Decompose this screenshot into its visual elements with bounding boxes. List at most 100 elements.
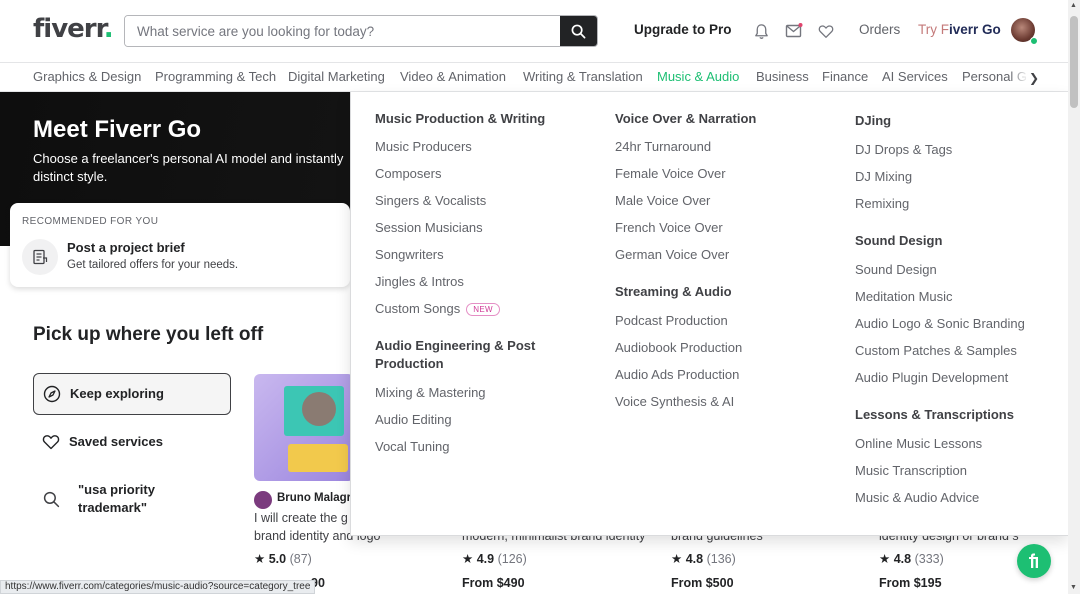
star-icon: ★ <box>671 552 683 566</box>
category-ai-services[interactable]: AI Services <box>882 69 948 84</box>
menu-item[interactable]: Mixing & Mastering <box>375 385 486 400</box>
menu-item[interactable]: French Voice Over <box>615 220 723 235</box>
menu-item[interactable]: Sound Design <box>855 262 937 277</box>
recent-search-label: "usa priority trademark" <box>78 482 155 515</box>
gig-rating: ★ 4.9 (126) <box>462 552 527 566</box>
menu-item[interactable]: Singers & Vocalists <box>375 193 486 208</box>
menu-heading[interactable]: Sound Design <box>855 232 942 250</box>
menu-item[interactable]: Custom Patches & Samples <box>855 343 1017 358</box>
gig-price: From $490 <box>462 576 525 590</box>
menu-item[interactable]: Audio Editing <box>375 412 452 427</box>
category-business[interactable]: Business <box>756 69 809 84</box>
page-scrollbar[interactable]: ▲ ▼ <box>1068 0 1080 594</box>
new-badge: NEW <box>466 303 500 317</box>
messages-button[interactable] <box>784 21 804 41</box>
menu-item[interactable]: Session Musicians <box>375 220 483 235</box>
menu-item[interactable]: Voice Synthesis & AI <box>615 394 734 409</box>
status-url: https://www.fiverr.com/categories/music-… <box>0 580 316 594</box>
menu-item[interactable]: Online Music Lessons <box>855 436 982 451</box>
fiverr-logo[interactable]: fiverr. <box>33 14 114 44</box>
menu-heading[interactable]: Audio Engineering & Post Production <box>375 337 555 373</box>
menu-item[interactable]: Music Transcription <box>855 463 967 478</box>
recommended-card[interactable]: RECOMMENDED FOR YOU Post a project brief… <box>10 203 350 287</box>
category-digital-marketing[interactable]: Digital Marketing <box>288 69 385 84</box>
recent-search-item[interactable]: "usa priority trademark" <box>33 478 173 520</box>
category-video-animation[interactable]: Video & Animation <box>400 69 506 84</box>
search-bar <box>124 15 598 47</box>
heart-icon <box>33 434 69 450</box>
scroll-down-icon[interactable]: ▼ <box>1070 584 1077 591</box>
category-finance[interactable]: Finance <box>822 69 868 84</box>
menu-item[interactable]: DJ Mixing <box>855 169 912 184</box>
menu-item[interactable]: 24hr Turnaround <box>615 139 711 154</box>
category-programming-tech[interactable]: Programming & Tech <box>155 69 276 84</box>
gig-thumbnail[interactable] <box>254 374 354 481</box>
menu-item[interactable]: Vocal Tuning <box>375 439 449 454</box>
menu-item[interactable]: Remixing <box>855 196 909 211</box>
chevron-right-icon[interactable]: ❯ <box>1029 71 1039 85</box>
orders-link[interactable]: Orders <box>859 22 900 37</box>
scroll-thumb[interactable] <box>1070 16 1078 108</box>
star-icon: ★ <box>462 552 474 566</box>
gig-rating: ★ 4.8 (136) <box>671 552 736 566</box>
menu-item[interactable]: Songwriters <box>375 247 444 262</box>
recommended-subtitle: Get tailored offers for your needs. <box>67 259 239 271</box>
menu-item[interactable]: Composers <box>375 166 441 181</box>
fiverr-chat-icon <box>1029 553 1038 568</box>
category-graphics-design[interactable]: Graphics & Design <box>33 69 141 84</box>
chat-button[interactable] <box>1017 544 1051 578</box>
recommended-title: Post a project brief <box>67 240 185 255</box>
search-input[interactable] <box>125 16 561 46</box>
menu-item[interactable]: Female Voice Over <box>615 166 726 181</box>
search-icon <box>33 491 69 508</box>
menu-item[interactable]: Meditation Music <box>855 289 953 304</box>
menu-item[interactable]: Custom Songs NEW <box>375 301 500 317</box>
category-nav: Graphics & Design Programming & Tech Dig… <box>0 62 1068 92</box>
music-audio-mega-menu: Music Production & Writing Music Produce… <box>350 92 1068 536</box>
menu-heading[interactable]: DJing <box>855 112 891 130</box>
menu-heading[interactable]: Music Production & Writing <box>375 110 545 128</box>
saved-services-button[interactable]: Saved services <box>33 421 231 463</box>
menu-item[interactable]: German Voice Over <box>615 247 729 262</box>
pickup-heading: Pick up where you left off <box>33 324 264 345</box>
brief-icon <box>22 239 58 275</box>
menu-item[interactable]: Jingles & Intros <box>375 274 464 289</box>
recommended-label: RECOMMENDED FOR YOU <box>22 216 159 227</box>
menu-item[interactable]: Podcast Production <box>615 313 728 328</box>
heart-icon <box>818 24 834 38</box>
menu-item[interactable]: DJ Drops & Tags <box>855 142 952 157</box>
star-icon: ★ <box>879 552 891 566</box>
menu-heading[interactable]: Voice Over & Narration <box>615 110 756 128</box>
gig-rating: ★ 5.0 (87) <box>254 552 312 566</box>
gig-rating: ★ 4.8 (333) <box>879 552 944 566</box>
menu-item[interactable]: Audio Plugin Development <box>855 370 1008 385</box>
scroll-up-icon[interactable]: ▲ <box>1070 2 1077 9</box>
gig-title[interactable]: I will create the g <box>254 509 348 527</box>
menu-item[interactable]: Music & Audio Advice <box>855 490 979 505</box>
menu-heading[interactable]: Streaming & Audio <box>615 283 732 301</box>
seller-name[interactable]: Bruno Malagri <box>277 492 354 504</box>
menu-item[interactable]: Music Producers <box>375 139 472 154</box>
category-writing-translation[interactable]: Writing & Translation <box>523 69 643 84</box>
menu-heading[interactable]: Lessons & Transcriptions <box>855 406 1014 424</box>
notifications-button[interactable] <box>751 21 771 41</box>
user-avatar[interactable] <box>1011 18 1038 45</box>
menu-item[interactable]: Male Voice Over <box>615 193 710 208</box>
star-icon: ★ <box>254 552 266 566</box>
upgrade-to-pro-link[interactable]: Upgrade to Pro <box>634 22 732 37</box>
menu-item[interactable]: Audio Ads Production <box>615 367 739 382</box>
search-icon <box>571 24 586 38</box>
compass-icon <box>34 385 70 403</box>
menu-item[interactable]: Audiobook Production <box>615 340 742 355</box>
hero-subtitle: Choose a freelancer's personal AI model … <box>33 151 344 184</box>
keep-exploring-button[interactable]: Keep exploring <box>33 373 231 415</box>
saved-services-label: Saved services <box>69 434 163 449</box>
try-fiverr-go-link[interactable]: Try Fiverr Go <box>918 22 1001 37</box>
search-button[interactable] <box>560 16 597 46</box>
gig-price: From $195 <box>879 576 942 590</box>
seller-avatar[interactable] <box>254 491 272 509</box>
menu-item[interactable]: Audio Logo & Sonic Branding <box>855 316 1025 331</box>
favorites-button[interactable] <box>816 21 836 41</box>
online-status-dot <box>1030 37 1038 45</box>
category-music-audio[interactable]: Music & Audio <box>657 69 739 84</box>
